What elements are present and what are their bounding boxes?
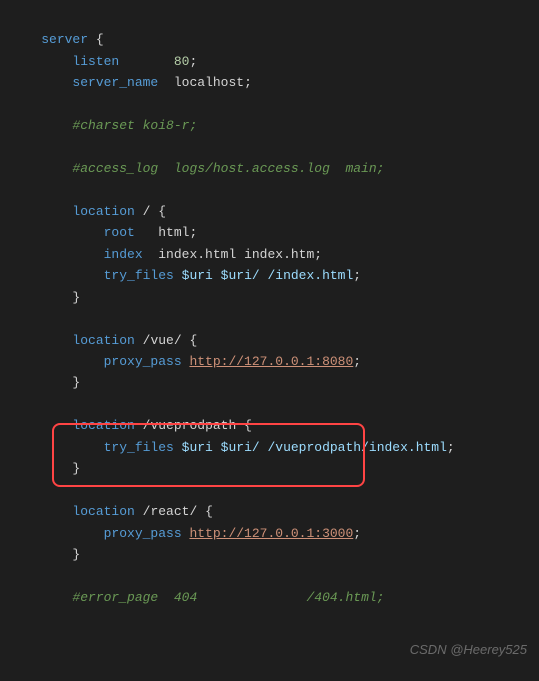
location-keyword: location bbox=[72, 504, 134, 519]
error-page-comment: #error_page 404 /404.html; bbox=[72, 590, 384, 605]
proxy-url-react: http://127.0.0.1:3000 bbox=[189, 526, 353, 541]
location-keyword: location bbox=[72, 204, 134, 219]
location-keyword: location bbox=[72, 333, 134, 348]
proxy-url-vue: http://127.0.0.1:8080 bbox=[189, 354, 353, 369]
server-name-directive: server_name bbox=[72, 75, 158, 90]
server-keyword: server bbox=[41, 32, 88, 47]
watermark-text: CSDN @Heerey525 bbox=[410, 639, 527, 660]
location-keyword: location bbox=[72, 418, 134, 433]
access-log-comment: #access_log logs/host.access.log main; bbox=[72, 161, 384, 176]
listen-directive: listen bbox=[72, 54, 119, 69]
charset-comment: #charset koi8-r; bbox=[72, 118, 197, 133]
code-block: server { listen 80; server_name localhos… bbox=[0, 0, 539, 681]
